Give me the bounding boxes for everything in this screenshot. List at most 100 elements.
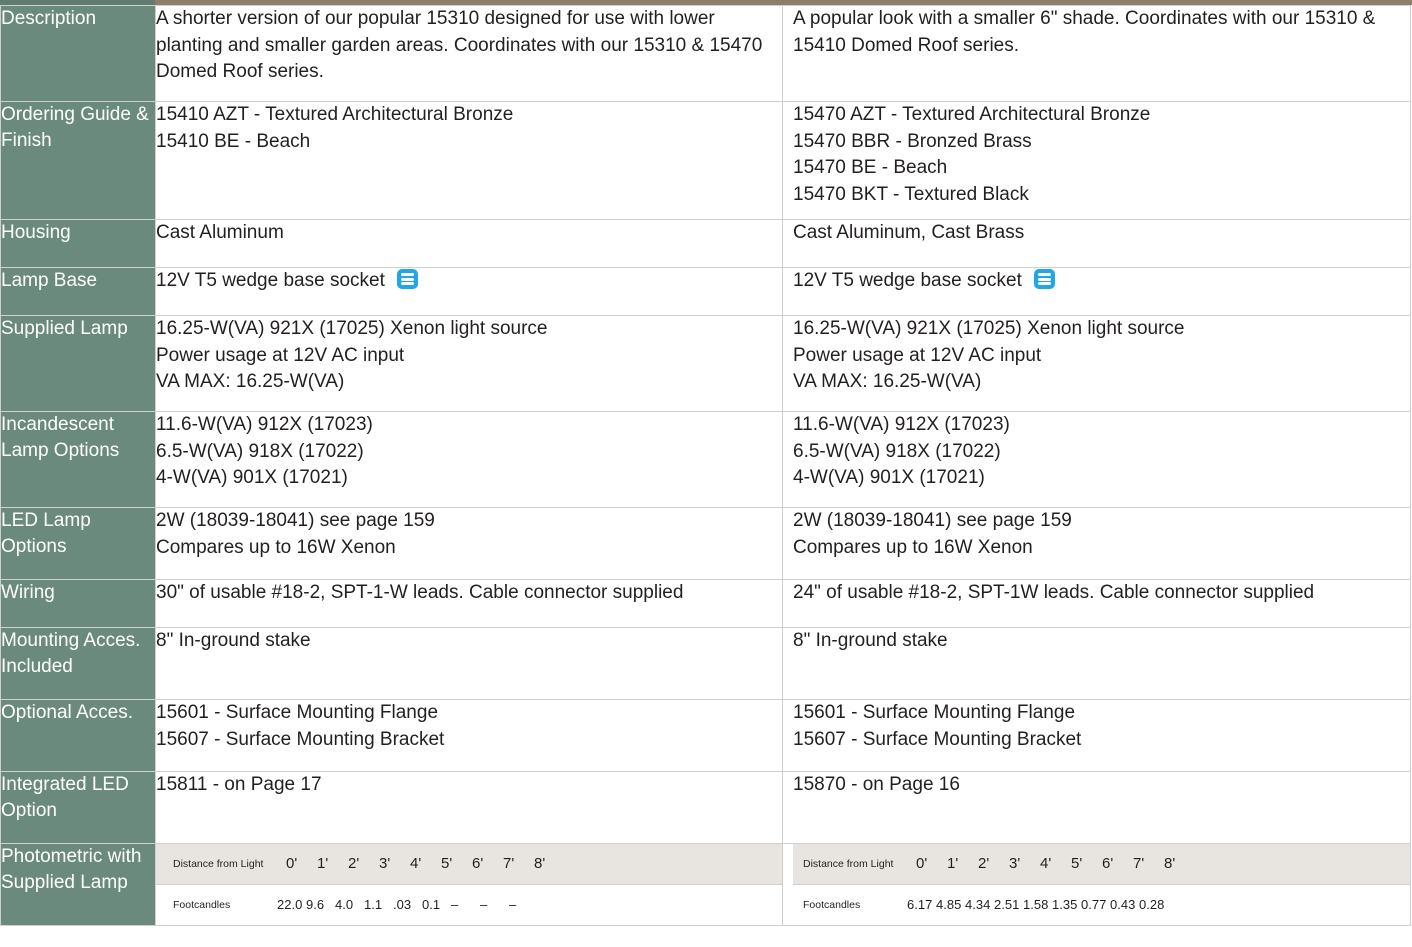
value-line: 16.25-W(VA) 921X (17025) Xenon light sou…: [156, 318, 548, 339]
model-15410-value: A shorter version of our popular 15310 d…: [155, 5, 783, 102]
row-label: Lamp Base: [0, 267, 156, 316]
distance-cell: 3': [379, 854, 391, 872]
distance-row: Distance from Light 0' 1' 2' 3' 4' 5' 6' 7' 8': [156, 844, 782, 885]
model-15470-value: 8" In-ground stake: [782, 627, 1411, 700]
footcandle-cell: 0.28: [1139, 896, 1165, 912]
value-line: VA MAX: 16.25-W(VA): [793, 371, 982, 392]
distance-cell: 1': [947, 854, 959, 872]
value-line: 15470 BE - Beach: [793, 157, 948, 178]
distance-row: Distance from Light 0' 1' 2' 3' 4' 5' 6' 7' 8': [793, 844, 1410, 885]
value-line: 8" In-ground stake: [156, 630, 311, 651]
value-line: 4-W(VA) 901X (17021): [156, 467, 348, 488]
row-label: Optional Acces.: [0, 699, 156, 772]
value-line: 15607 - Surface Mounting Bracket: [156, 728, 445, 750]
model-15410-value: 16.25-W(VA) 921X (17025) Xenon light sou…: [155, 315, 783, 412]
value-line: 12V T5 wedge base socket: [156, 268, 782, 295]
footcandle-values: 6.17 4.85 4.34 2.51 1.58 1.35 0.77 0.43 0.28: [907, 892, 1168, 919]
spec-table: Description A shorter version of our popu…: [0, 5, 1411, 926]
distance-cell: 0': [286, 854, 298, 872]
wedge-socket-icon: [396, 269, 418, 289]
footcandle-cell: 22.0: [277, 896, 303, 912]
model-15410-value: 12V T5 wedge base socket: [155, 267, 783, 316]
distance-cell: 6': [472, 854, 484, 872]
value-line: 15470 BKT - Textured Black: [793, 183, 1029, 205]
spec-row-photometric: Photometric with Supplied Lamp Distance f…: [0, 843, 1411, 926]
value-line: 15410 BE - Beach: [156, 130, 311, 152]
model-15470-value: Cast Aluminum, Cast Brass: [782, 219, 1411, 268]
footcandle-cell: 1.1: [364, 896, 383, 912]
value-line: 11.6-W(VA) 912X (17023): [156, 414, 373, 435]
value-line: VA MAX: 16.25-W(VA): [156, 371, 345, 392]
model-15410-value: 30" of usable #18-2, SPT-1-W leads. Cabl…: [155, 579, 783, 628]
value-line: 16.25-W(VA) 921X (17025) Xenon light sou…: [793, 318, 1185, 339]
model-15410-value: 2W (18039-18041) see page 159 Compares up…: [155, 507, 783, 580]
row-label: Description: [0, 5, 156, 102]
spec-row-ordering-guide-finish: Ordering Guide & Finish 15410 AZT - Textu…: [0, 101, 1411, 220]
spec-row-optional-acces: Optional Acces. 15601 - Surface Mounting …: [0, 699, 1411, 772]
model-15470-value: 15601 - Surface Mounting Flange 15607 - S…: [782, 699, 1411, 772]
footcandle-cell: 4.0: [335, 896, 354, 912]
distance-cell: 2': [978, 854, 990, 872]
model-15410-value: 15601 - Surface Mounting Flange 15607 - S…: [155, 699, 783, 772]
row-label: Photometric with Supplied Lamp: [0, 843, 156, 926]
value-line: 15601 - Surface Mounting Flange: [793, 702, 1076, 723]
value-line: 11.6-W(VA) 912X (17023): [793, 414, 1010, 435]
model-15410-value: Cast Aluminum: [155, 219, 783, 268]
value-line: Cast Aluminum: [156, 222, 284, 243]
footcandle-cell: 9.6: [306, 896, 325, 912]
row-label: Housing: [0, 219, 156, 268]
value-line: 15811 - on Page 17: [156, 774, 322, 795]
distance-cell: 8': [1164, 854, 1176, 872]
model-15470-value: 15470 AZT - Textured Architectural Bronz…: [782, 101, 1411, 220]
value-line: 24" of usable #18-2, SPT-1W leads. Cable…: [793, 582, 1315, 603]
footcandle-cell: 6.17: [907, 896, 933, 912]
footcandles-row: Footcandles 22.0 9.6 4.0 1.1.03 0.1– – –: [156, 885, 782, 925]
spec-row-led-lamp-options: LED Lamp Options 2W (18039-18041) see pag…: [0, 507, 1411, 580]
value-line: 15470 AZT - Textured Architectural Bronz…: [793, 104, 1151, 125]
value-line: Compares up to 16W Xenon: [793, 536, 1033, 558]
distance-values: 0' 1' 2' 3' 4' 5' 6' 7' 8': [916, 851, 1195, 878]
spec-row-incandescent-lamp-options: Incandescent Lamp Options 11.6-W(VA) 912X…: [0, 411, 1411, 508]
spec-sheet: Description A shorter version of our popu…: [0, 0, 1412, 947]
value-line: 12V T5 wedge base socket: [793, 268, 1410, 295]
footcandle-cell: 0.43: [1110, 896, 1136, 912]
footcandle-cell: 4.85: [936, 896, 962, 912]
spec-row-housing: Housing Cast Aluminum Cast Aluminum, Cast …: [0, 219, 1411, 268]
footcandle-cell: –: [480, 896, 488, 912]
row-label: Supplied Lamp: [0, 315, 156, 412]
distance-values: 0' 1' 2' 3' 4' 5' 6' 7' 8': [286, 851, 565, 878]
distance-cell: 8': [534, 854, 546, 872]
spec-row-mounting-acces-included: Mounting Acces. Included 8" In-ground sta…: [0, 627, 1411, 700]
model-15470-value: 16.25-W(VA) 921X (17025) Xenon light sou…: [782, 315, 1411, 412]
footcandles-row: Footcandles 6.17 4.85 4.34 2.51 1.58 1.35 0.77 0…: [793, 885, 1410, 925]
distance-cell: 5': [1071, 854, 1083, 872]
model-15470-value: 2W (18039-18041) see page 159 Compares up…: [782, 507, 1411, 580]
spec-row-integrated-led-option: Integrated LED Option 15811 - on Page 17 1…: [0, 771, 1411, 844]
value-line: A popular look with a smaller 6" shade. …: [793, 8, 1376, 56]
value-line: 6.5-W(VA) 918X (17022): [793, 440, 1001, 462]
distance-cell: 7': [1133, 854, 1145, 872]
value-line: 6.5-W(VA) 918X (17022): [156, 440, 364, 462]
value-line: Cast Aluminum, Cast Brass: [793, 222, 1025, 243]
footcandle-cell: –: [509, 896, 517, 912]
value-line: 4-W(VA) 901X (17021): [793, 467, 985, 488]
value-line: 8" In-ground stake: [793, 630, 948, 651]
value-line: 15470 BBR - Bronzed Brass: [793, 130, 1032, 152]
distance-cell: 5': [441, 854, 453, 872]
spec-row-wiring: Wiring 30" of usable #18-2, SPT-1-W leads…: [0, 579, 1411, 628]
distance-label: Distance from Light: [803, 857, 894, 870]
wedge-socket-icon: [1033, 269, 1055, 289]
footcandle-cell: .03: [393, 896, 412, 912]
distance-cell: 1': [317, 854, 329, 872]
model-15410-value: 8" In-ground stake: [155, 627, 783, 700]
model-15470-value: 15870 - on Page 16: [782, 771, 1411, 844]
distance-cell: 6': [1102, 854, 1114, 872]
model-15470-value: A popular look with a smaller 6" shade. …: [782, 5, 1411, 102]
spec-row-supplied-lamp: Supplied Lamp 16.25-W(VA) 921X (17025) Xe…: [0, 315, 1411, 412]
distance-label: Distance from Light: [173, 857, 264, 870]
distance-cell: 3': [1009, 854, 1021, 872]
footcandle-cell: 4.34: [965, 896, 991, 912]
model-15470-value: 24" of usable #18-2, SPT-1W leads. Cable…: [782, 579, 1411, 628]
value-line: Power usage at 12V AC input: [156, 344, 405, 366]
photometric-table: Distance from Light 0' 1' 2' 3' 4' 5' 6' 7' 8' Foo…: [782, 843, 1411, 926]
